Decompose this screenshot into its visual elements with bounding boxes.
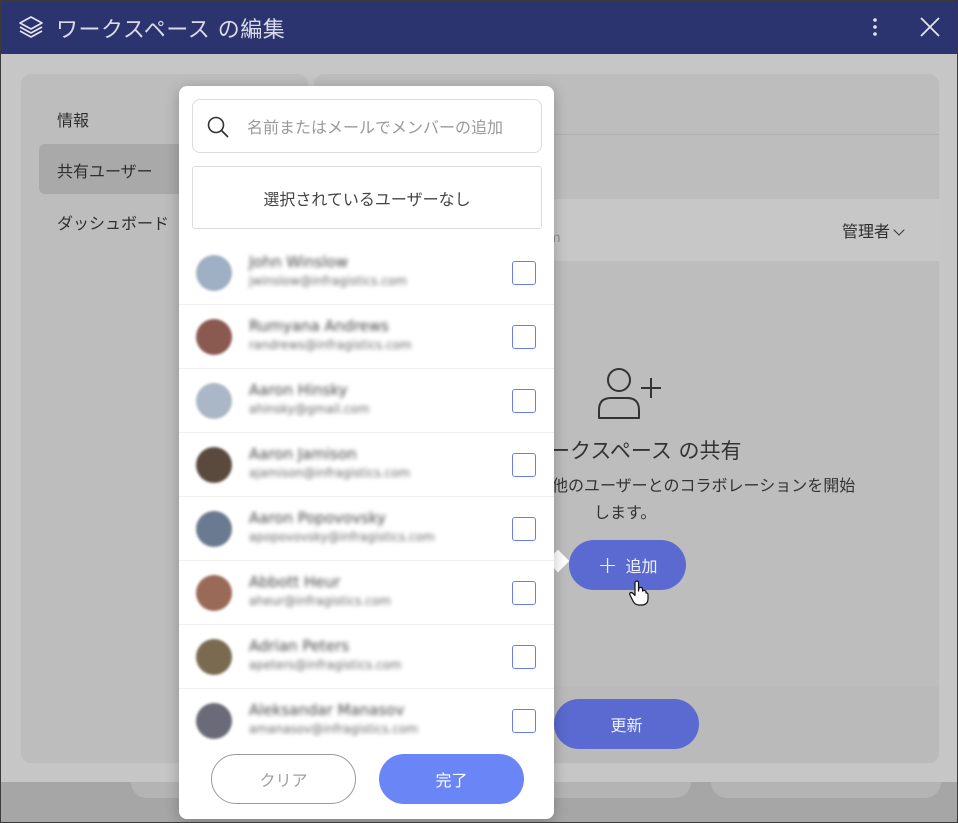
add-user-icon xyxy=(598,368,661,419)
list-item[interactable]: John Winslow jwinslow@infragistics.com xyxy=(179,241,554,305)
role-dropdown[interactable]: 管理者 xyxy=(842,218,905,242)
list-item[interactable]: Aaron Popovovsky apopovovsky@infragistic… xyxy=(179,497,554,561)
avatar xyxy=(196,511,232,547)
sidebar-item-dashboards[interactable]: ダッシュボード xyxy=(57,210,169,234)
user-name: Abbott Heur xyxy=(249,573,341,591)
list-item[interactable]: Aleksandar Manasov amanasov@infragistics… xyxy=(179,689,554,741)
user-checkbox[interactable] xyxy=(512,581,536,605)
user-name: Aaron Hinsky xyxy=(249,381,348,399)
empty-state-title: ークスペース の共有 xyxy=(549,439,742,463)
list-item[interactable]: Aaron Hinsky ahinsky@gmail.com xyxy=(179,369,554,433)
list-item[interactable]: Abbott Heur aheur@infragistics.com xyxy=(179,561,554,625)
user-checkbox[interactable] xyxy=(512,261,536,285)
user-name: Aaron Popovovsky xyxy=(249,509,386,527)
member-search-box[interactable] xyxy=(192,99,542,153)
user-name: Aleksandar Manasov xyxy=(249,701,405,719)
user-email: amanasov@infragistics.com xyxy=(249,722,419,736)
avatar xyxy=(196,383,232,419)
close-icon[interactable] xyxy=(918,15,942,39)
more-options-icon[interactable] xyxy=(863,15,887,39)
layers-icon xyxy=(19,16,43,38)
avatar xyxy=(196,447,232,483)
member-search-input[interactable] xyxy=(247,114,532,140)
hand-cursor-icon xyxy=(629,580,649,606)
plus-icon: + xyxy=(597,551,618,579)
user-checkbox[interactable] xyxy=(512,389,536,413)
sidebar-item-info[interactable]: 情報 xyxy=(57,107,89,131)
title-bar: ワークスペース の編集 xyxy=(1,1,957,54)
avatar xyxy=(196,703,232,739)
list-item[interactable]: Adrian Peters apeters@infragistics.com xyxy=(179,625,554,689)
user-email: apeters@infragistics.com xyxy=(249,658,402,672)
popover-footer: クリア 完了 xyxy=(179,741,554,819)
user-list: John Winslow jwinslow@infragistics.com R… xyxy=(179,241,554,741)
search-icon xyxy=(207,116,229,138)
add-user-button[interactable]: + 追加 xyxy=(569,540,686,590)
user-checkbox[interactable] xyxy=(512,453,536,477)
user-checkbox[interactable] xyxy=(512,645,536,669)
user-email: ajamison@infragistics.com xyxy=(249,466,411,480)
empty-state-description: 他のユーザーとのコラボレーションを開始 します。 xyxy=(552,472,892,526)
user-name: John Winslow xyxy=(249,253,348,271)
update-button[interactable]: 更新 xyxy=(554,699,699,749)
empty-state-desc-line2: します。 xyxy=(594,503,657,522)
done-button[interactable]: 完了 xyxy=(379,754,524,804)
user-email: apopovovsky@infragistics.com xyxy=(249,530,435,544)
window-title: ワークスペース の編集 xyxy=(56,18,286,43)
user-name: Rumyana Andrews xyxy=(249,317,389,335)
avatar xyxy=(196,575,232,611)
user-email: jwinslow@infragistics.com xyxy=(249,274,407,288)
add-members-popover: 選択されているユーザーなし John Winslow jwinslow@infr… xyxy=(179,86,554,819)
user-email: ahinsky@gmail.com xyxy=(249,402,370,416)
avatar xyxy=(196,639,232,675)
role-label: 管理者 xyxy=(842,222,891,241)
user-checkbox[interactable] xyxy=(512,325,536,349)
user-name: Aaron Jamison xyxy=(249,445,357,463)
list-item[interactable]: Aaron Jamison ajamison@infragistics.com xyxy=(179,433,554,497)
add-button-label: 追加 xyxy=(625,557,658,576)
empty-state-desc-line1: 他のユーザーとのコラボレーションを開始 xyxy=(552,476,856,495)
list-item[interactable]: Rumyana Andrews randrews@infragistics.co… xyxy=(179,305,554,369)
user-name: Adrian Peters xyxy=(249,637,350,655)
avatar xyxy=(196,255,232,291)
app-window: ワークスペース の編集 情報 共有ユーザー ダッシュボード m 管理者 ークスペ… xyxy=(0,0,958,823)
user-checkbox[interactable] xyxy=(512,709,536,733)
background-shape xyxy=(711,782,941,798)
chevron-down-icon xyxy=(893,224,905,236)
avatar xyxy=(196,319,232,355)
selected-users-box: 選択されているユーザーなし xyxy=(192,166,542,229)
clear-button[interactable]: クリア xyxy=(211,754,356,804)
user-email: aheur@infragistics.com xyxy=(249,594,391,608)
user-checkbox[interactable] xyxy=(512,517,536,541)
user-email: randrews@infragistics.com xyxy=(249,338,412,352)
sidebar-item-shared-users[interactable]: 共有ユーザー xyxy=(57,158,153,182)
